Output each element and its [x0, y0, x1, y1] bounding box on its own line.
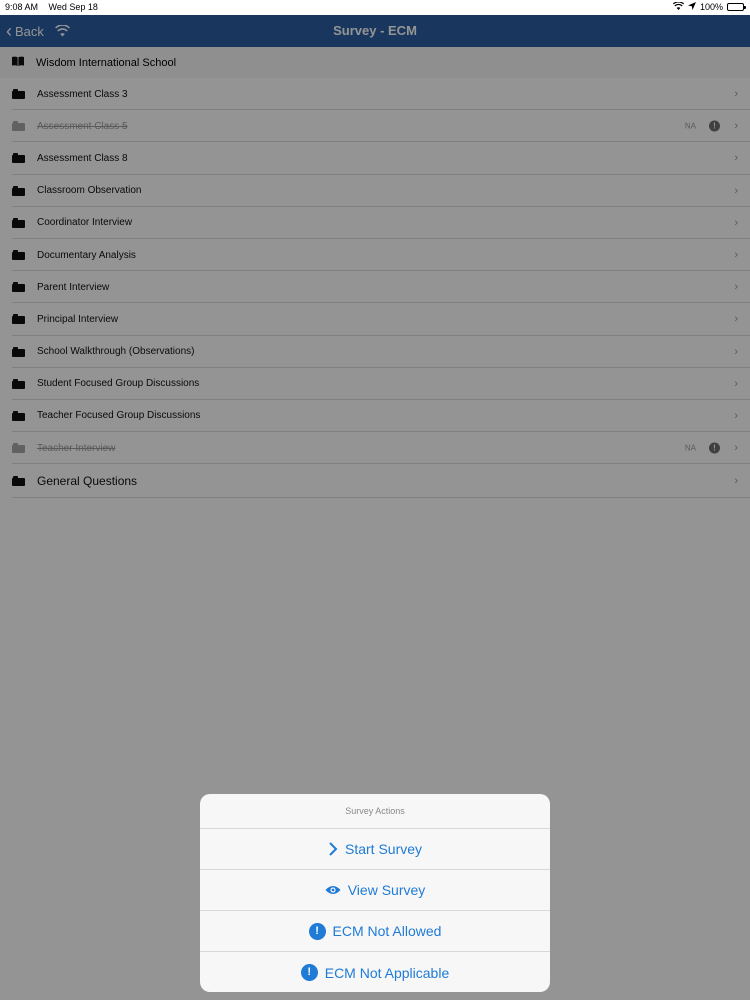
status-date: Wed Sep 18: [48, 2, 98, 12]
action-ecm-not-applicable-button[interactable]: ! ECM Not Applicable: [200, 952, 550, 992]
survey-actions-sheet: Survey Actions Start Survey View Survey! E…: [200, 794, 550, 992]
status-bar: 9:08 AM Wed Sep 18 100%: [0, 0, 750, 15]
sheet-title: Survey Actions: [200, 794, 550, 829]
action-label: View Survey: [347, 882, 426, 898]
status-time: 9:08 AM: [5, 2, 39, 12]
chevron-right-icon: [328, 842, 338, 856]
action-start-survey-button[interactable]: Start Survey: [200, 829, 550, 870]
battery-icon: [727, 3, 746, 11]
location-icon: [687, 2, 696, 12]
battery-percent: 100%: [699, 2, 723, 12]
action-label: Start Survey: [344, 841, 423, 857]
action-label: ECM Not Allowed: [332, 923, 442, 939]
alert-icon: !: [308, 922, 326, 940]
action-label: ECM Not Applicable: [324, 964, 450, 981]
wifi-status-icon: [672, 1, 685, 12]
alert-icon: !: [300, 964, 318, 981]
eye-icon: [325, 885, 341, 895]
action-ecm-not-allowed-button[interactable]: ! ECM Not Allowed: [200, 911, 550, 952]
action-view-survey-button[interactable]: View Survey: [200, 870, 550, 911]
